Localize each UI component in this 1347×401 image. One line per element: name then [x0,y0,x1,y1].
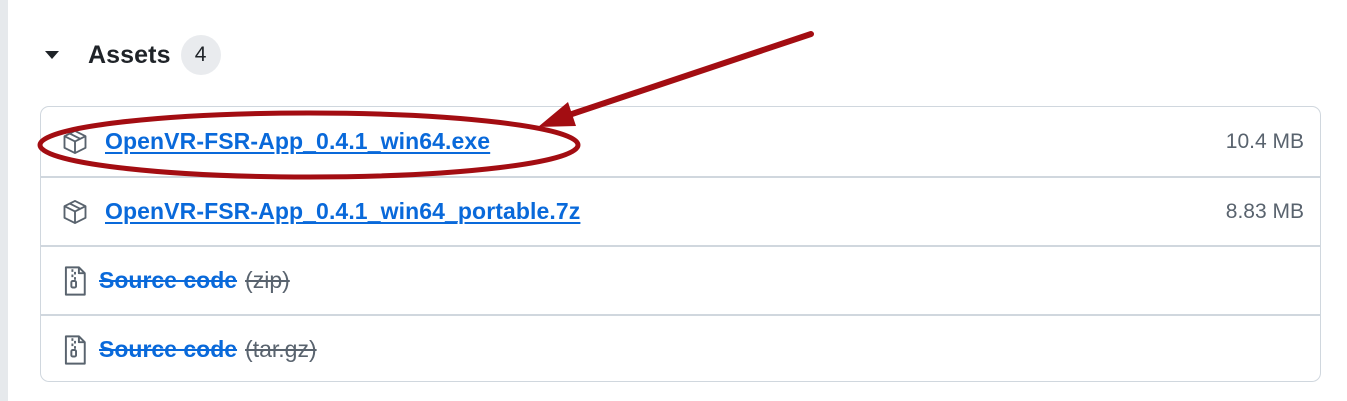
asset-row: Source code (tar.gz) [41,315,1320,381]
assets-toggle[interactable]: Assets 4 [42,33,221,77]
asset-size: 8.83 MB [1225,199,1304,223]
file-zip-icon [59,334,91,366]
assets-title: Assets [88,40,171,69]
left-border-rule [0,0,8,401]
asset-row: OpenVR-FSR-App_0.4.1_win64_portable.7z 8… [41,177,1320,246]
asset-row: OpenVR-FSR-App_0.4.1_win64.exe 10.4 MB [41,107,1320,176]
assets-count-badge: 4 [180,35,221,75]
source-format: (zip) [245,267,290,293]
source-code-label: Source code [99,336,238,362]
source-code-targz-link[interactable]: Source code (tar.gz) [99,336,317,363]
source-code-label: Source code [99,267,238,293]
assets-list: OpenVR-FSR-App_0.4.1_win64.exe 10.4 MB O… [40,106,1321,382]
asset-link-portable[interactable]: OpenVR-FSR-App_0.4.1_win64_portable.7z [105,198,580,225]
asset-link-exe[interactable]: OpenVR-FSR-App_0.4.1_win64.exe [105,128,490,155]
source-code-zip-link[interactable]: Source code (zip) [99,267,290,294]
asset-size: 10.4 MB [1225,129,1304,153]
source-format: (tar.gz) [245,336,317,362]
triangle-down-icon [42,33,72,77]
package-icon [59,126,91,158]
file-zip-icon [59,265,91,297]
asset-row: Source code (zip) [41,246,1320,315]
package-icon [59,196,91,228]
